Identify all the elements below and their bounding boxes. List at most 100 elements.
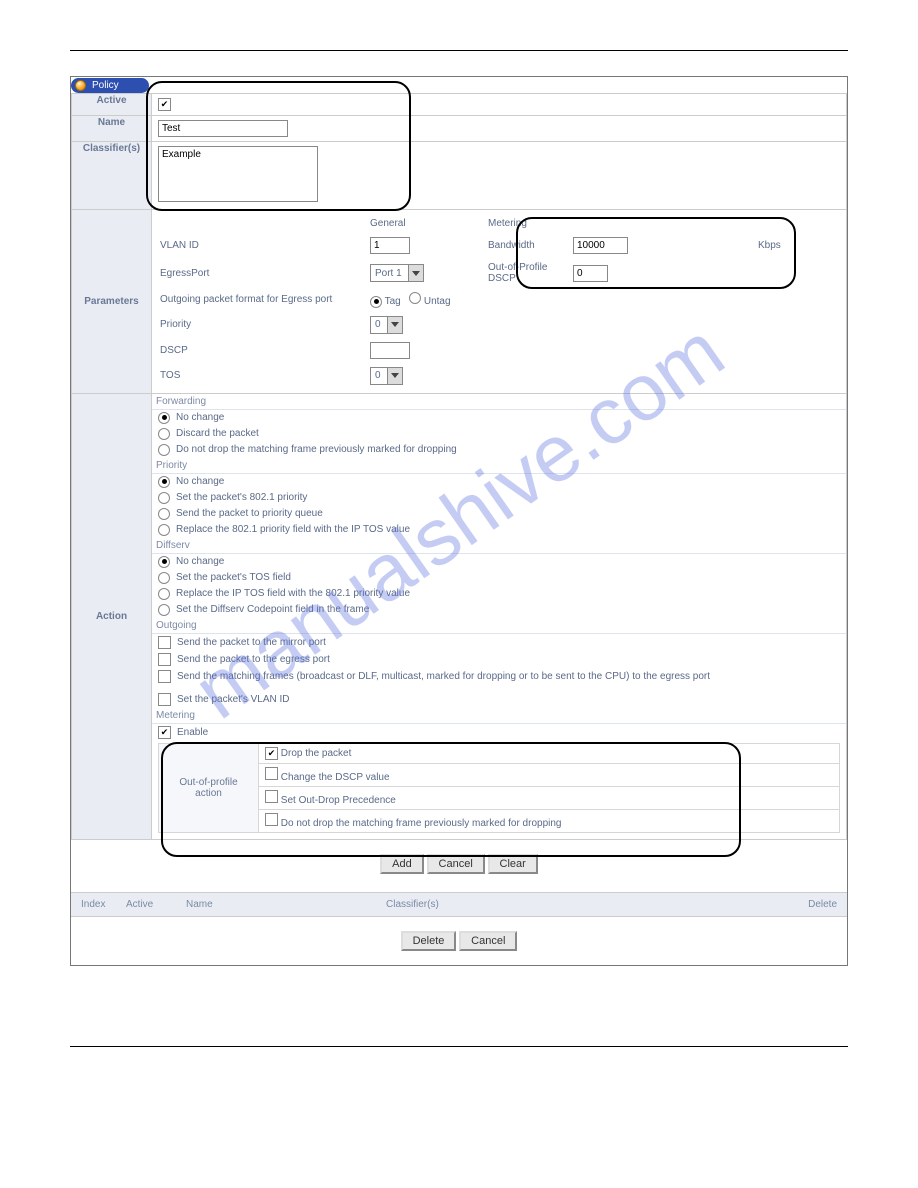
oop-opt-2: Set Out-Drop Precedence <box>281 795 396 806</box>
label-oop-action: Out-of-profile action <box>159 743 259 832</box>
prio-opt-0: No change <box>176 476 224 487</box>
out-egress-checkbox[interactable] <box>158 653 171 666</box>
label-bandwidth: Bandwidth <box>486 233 571 258</box>
tag-radio[interactable] <box>370 296 382 308</box>
policy-form-table: Active Name Classifier(s) Example <box>71 93 847 840</box>
chevron-down-icon <box>387 368 402 384</box>
label-dscp: DSCP <box>158 338 368 363</box>
parameters-grid: General Metering VLAN ID Bandwidth Kbps <box>158 214 840 389</box>
add-button[interactable]: Add <box>380 854 424 874</box>
col-delete: Delete <box>777 899 837 910</box>
prio-sendqueue-radio[interactable] <box>158 508 170 520</box>
active-checkbox[interactable] <box>158 98 171 111</box>
policy-list-header: Index Active Name Classifier(s) Delete <box>71 892 847 917</box>
priority-select[interactable]: 0 <box>370 316 403 334</box>
ds-replacetos-radio[interactable] <box>158 588 170 600</box>
oop-drop-checkbox[interactable] <box>265 747 278 760</box>
tab-bar: Policy <box>71 77 847 93</box>
prio-opt-1: Set the packet's 802.1 priority <box>176 492 307 503</box>
label-untag: Untag <box>424 296 451 307</box>
out-opt-0: Send the packet to the mirror port <box>177 637 326 648</box>
form-buttons: Add Cancel Clear <box>71 840 847 888</box>
fwd-nodrop-radio[interactable] <box>158 444 170 456</box>
label-oop-dscp: Out-of-Profile DSCP <box>486 258 571 288</box>
page-divider-top <box>70 50 848 51</box>
oop-opt-1: Change the DSCP value <box>281 772 390 783</box>
ds-nochange-radio[interactable] <box>158 556 170 568</box>
ds-opt-0: No change <box>176 556 224 567</box>
label-egressport: EgressPort <box>158 258 368 288</box>
label-enable: Enable <box>177 727 208 738</box>
col-active: Active <box>126 899 186 910</box>
ds-opt-2: Replace the IP TOS field with the 802.1 … <box>176 588 410 599</box>
oop-opt-0: Drop the packet <box>281 748 352 759</box>
oop-changedscp-checkbox[interactable] <box>265 767 278 780</box>
bandwidth-input[interactable] <box>573 237 628 254</box>
prio-opt-3: Replace the 802.1 priority field with th… <box>176 524 410 535</box>
egressport-select[interactable]: Port 1 <box>370 264 424 282</box>
ds-settos-radio[interactable] <box>158 572 170 584</box>
out-opt-1: Send the packet to the egress port <box>177 654 330 665</box>
page-divider-bottom <box>70 1046 848 1047</box>
out-opt-3: Set the packet's VLAN ID <box>177 694 290 705</box>
header-metering-action: Metering <box>152 708 846 724</box>
out-mirror-checkbox[interactable] <box>158 636 171 649</box>
header-metering: Metering <box>486 214 840 233</box>
oop-opt-3: Do not drop the matching frame previousl… <box>281 818 562 829</box>
label-priority: Priority <box>158 312 368 338</box>
untag-radio[interactable] <box>409 292 421 304</box>
col-name: Name <box>186 899 386 910</box>
classifiers-input[interactable]: Example <box>158 146 318 202</box>
policy-panel: manualshive.com Policy Active Name <box>70 76 848 966</box>
label-parameters: Parameters <box>72 210 152 394</box>
label-outgoing-format: Outgoing packet format for Egress port <box>158 288 368 312</box>
label-action: Action <box>72 393 152 839</box>
panel-title-pill: Policy <box>71 78 149 93</box>
header-priority: Priority <box>152 458 846 474</box>
panel-title: Policy <box>92 80 119 91</box>
header-general: General <box>368 214 468 233</box>
clear-button[interactable]: Clear <box>488 854 538 874</box>
bullet-icon <box>75 80 86 91</box>
label-kbps: Kbps <box>756 233 840 258</box>
oop-setoutdrop-checkbox[interactable] <box>265 790 278 803</box>
out-matchframes-checkbox[interactable] <box>158 670 171 683</box>
out-opt-2: Send the matching frames (broadcast or D… <box>177 670 710 683</box>
oop-action-table: Out-of-profile action Drop the packet Ch… <box>158 743 840 833</box>
chevron-down-icon <box>408 265 423 281</box>
fwd-discard-radio[interactable] <box>158 428 170 440</box>
prio-set8021-radio[interactable] <box>158 492 170 504</box>
dscp-input[interactable] <box>370 342 410 359</box>
cancel-button[interactable]: Cancel <box>427 854 485 874</box>
header-diffserv: Diffserv <box>152 538 846 554</box>
label-tag: Tag <box>385 296 401 307</box>
name-input[interactable] <box>158 120 288 137</box>
delete-button[interactable]: Delete <box>401 931 457 951</box>
cancel2-button[interactable]: Cancel <box>459 931 517 951</box>
fwd-opt-0: No change <box>176 412 224 423</box>
out-setvlan-checkbox[interactable] <box>158 693 171 706</box>
prio-replacetos-radio[interactable] <box>158 524 170 536</box>
oop-nodrop-checkbox[interactable] <box>265 813 278 826</box>
list-buttons: Delete Cancel <box>71 917 847 965</box>
metering-enable-checkbox[interactable] <box>158 726 171 739</box>
header-forwarding: Forwarding <box>152 394 846 410</box>
label-name: Name <box>72 116 152 142</box>
ds-setcp-radio[interactable] <box>158 604 170 616</box>
oop-dscp-input[interactable] <box>573 265 608 282</box>
tos-select[interactable]: 0 <box>370 367 403 385</box>
vlan-id-input[interactable] <box>370 237 410 254</box>
fwd-nochange-radio[interactable] <box>158 412 170 424</box>
fwd-opt-1: Discard the packet <box>176 428 259 439</box>
ds-opt-3: Set the Diffserv Codepoint field in the … <box>176 604 369 615</box>
label-vlan-id: VLAN ID <box>158 233 368 258</box>
col-index: Index <box>81 899 126 910</box>
label-active: Active <box>72 94 152 116</box>
prio-nochange-radio[interactable] <box>158 476 170 488</box>
chevron-down-icon <box>387 317 402 333</box>
col-classifiers: Classifier(s) <box>386 899 777 910</box>
label-tos: TOS <box>158 363 368 389</box>
ds-opt-1: Set the packet's TOS field <box>176 572 291 583</box>
label-classifiers: Classifier(s) <box>72 142 152 210</box>
fwd-opt-2: Do not drop the matching frame previousl… <box>176 444 457 455</box>
